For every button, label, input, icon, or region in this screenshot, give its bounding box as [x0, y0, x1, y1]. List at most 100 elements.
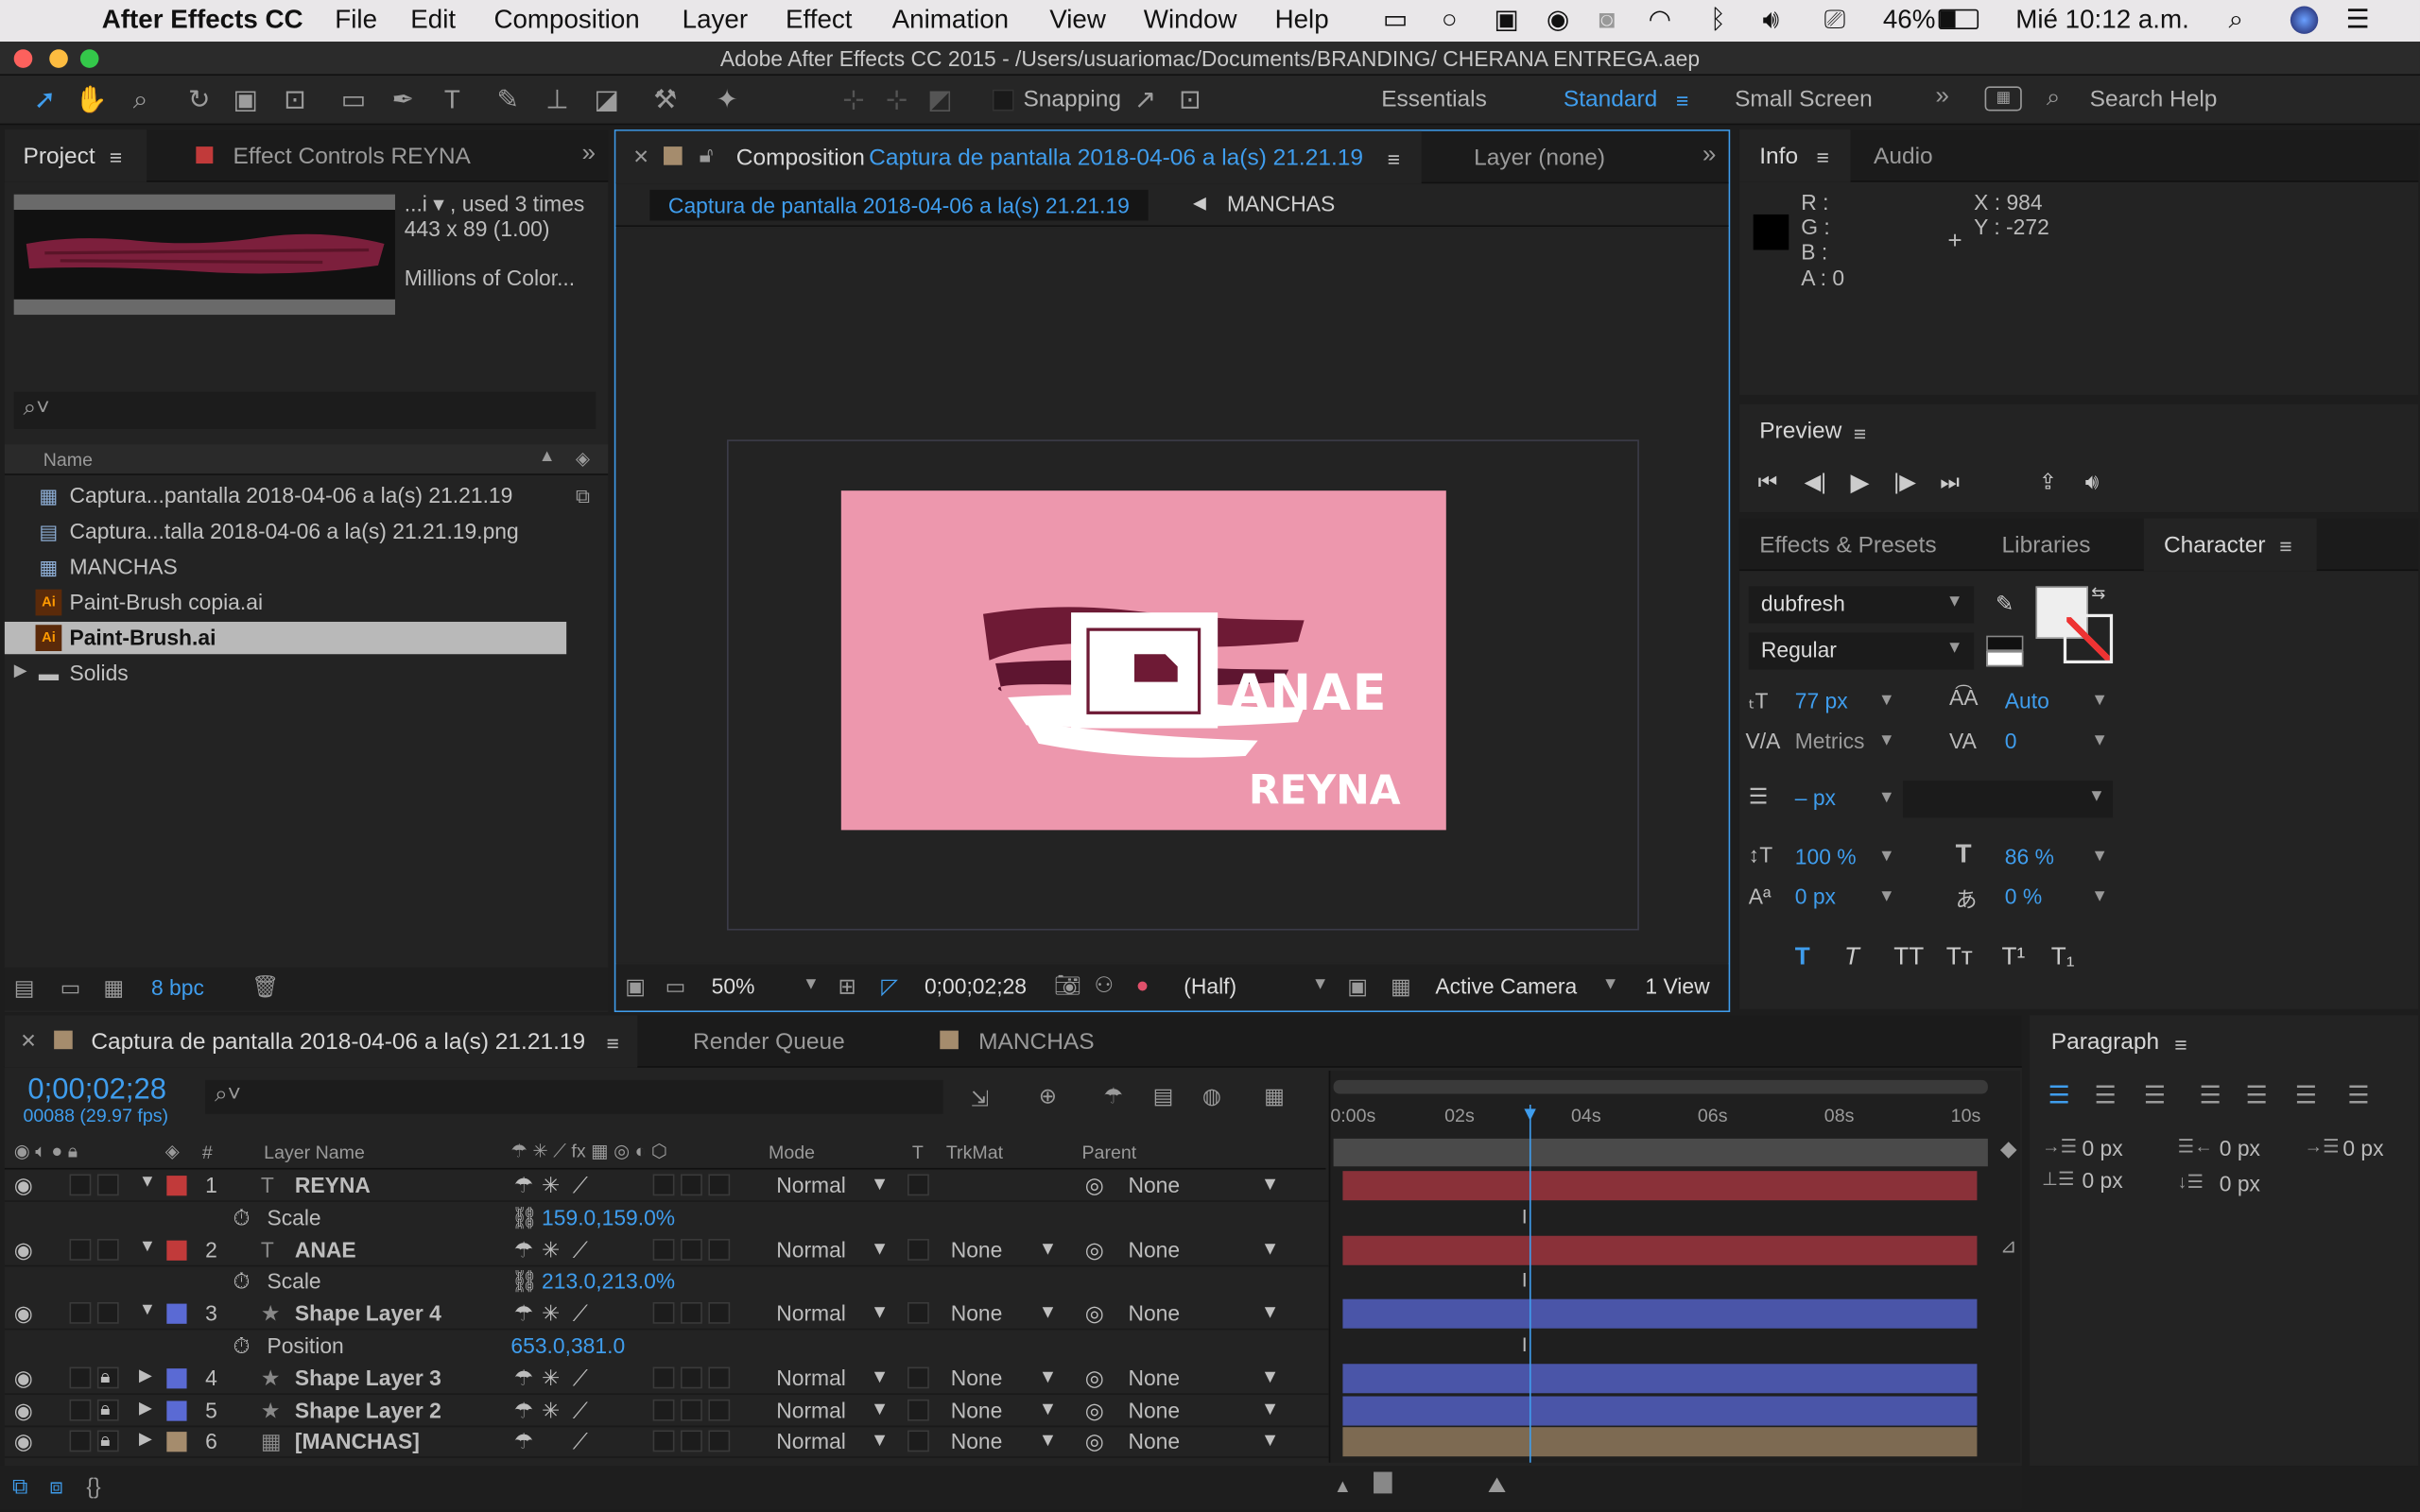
layer-parent[interactable]: None	[1128, 1301, 1180, 1326]
first-frame-icon[interactable]: ⏮	[1758, 469, 1778, 495]
label-color-swatch[interactable]	[166, 1400, 187, 1421]
rotate-tool-icon[interactable]: ↻	[182, 83, 216, 117]
chevron-down-icon[interactable]: ▼	[871, 1398, 889, 1419]
layer-row[interactable]: ◉ 🔒︎ ▶ 4 ★ Shape Layer 3 ☂ ✳ ⟋ Normal ▼ None ▼ ◎ None ▼	[4, 1362, 1329, 1395]
minimize-window-button[interactable]	[49, 49, 68, 68]
subscript-icon[interactable]: T₁	[2051, 944, 2075, 971]
shy-switch-icon[interactable]: ☂	[514, 1366, 534, 1392]
previous-frame-icon[interactable]: ◀|	[1805, 469, 1827, 495]
stroke-width-value[interactable]: – px	[1795, 785, 1836, 810]
pan-behind-tool-icon[interactable]: ⊡	[278, 83, 312, 117]
airplay-icon[interactable]: ⎚	[1824, 5, 1845, 36]
menu-edit[interactable]: Edit	[410, 5, 456, 36]
notification-center-icon[interactable]: ☰	[2346, 5, 2370, 36]
chevron-down-icon[interactable]: ▼	[871, 1173, 889, 1194]
zoom-tool-icon[interactable]: ⌕	[124, 83, 158, 117]
layer-duration-bar[interactable]	[1342, 1363, 1978, 1393]
app-menu[interactable]: After Effects CC	[102, 5, 303, 36]
layer-switch-box[interactable]	[680, 1366, 702, 1389]
chevron-down-icon[interactable]: ▼	[1039, 1237, 1057, 1259]
layer-mode[interactable]: Normal	[776, 1398, 846, 1422]
preserve-transparency-box[interactable]	[907, 1431, 929, 1452]
property-value[interactable]: 653.0,381.0	[510, 1333, 625, 1358]
selection-tool-icon[interactable]: ➚	[27, 83, 61, 117]
preserve-transparency-box[interactable]	[907, 1399, 929, 1421]
spotlight-search-icon[interactable]: ⌕	[2229, 5, 2244, 36]
headset-icon[interactable]: ◙	[1599, 5, 1615, 36]
composition-menu-icon[interactable]: ≡	[1388, 146, 1400, 171]
siri-icon[interactable]	[2290, 6, 2319, 34]
tracking-value[interactable]: 0	[2005, 729, 2017, 753]
circle-icon[interactable]: ○	[1442, 5, 1458, 36]
tab-render-queue[interactable]: Render Queue	[693, 1029, 845, 1056]
eraser-tool-icon[interactable]: ◪	[590, 83, 624, 117]
keyframe-marker-icon[interactable]: I	[1522, 1205, 1528, 1228]
frame-blending-icon[interactable]: ▤	[1153, 1083, 1174, 1109]
more-workspaces-icon[interactable]: »	[1935, 83, 1949, 111]
superscript-icon[interactable]: T¹	[2002, 944, 2026, 971]
backup-icon[interactable]: ◉	[1547, 5, 1569, 36]
loop-icon[interactable]: ⇪	[2039, 469, 2057, 495]
comp-marker-bin-icon[interactable]: ◆	[2000, 1136, 2017, 1162]
layer-mode[interactable]: Normal	[776, 1366, 846, 1390]
lock-icon[interactable]: 🔒︎	[100, 1429, 110, 1452]
shy-layers-icon[interactable]: ☂	[1103, 1083, 1123, 1109]
pen-tool-icon[interactable]: ✒	[386, 83, 420, 117]
tab-audio[interactable]: Audio	[1874, 144, 1933, 170]
layer-row[interactable]: ◉ 🔒︎ ▶ 5 ★ Shape Layer 2 ☂ ✳ ⟋ Normal ▼ None ▼ ◎ None ▼	[4, 1394, 1329, 1427]
motion-blur-icon[interactable]: ◍	[1202, 1083, 1221, 1109]
camera-tool-icon[interactable]: ▣	[229, 83, 263, 117]
last-frame-icon[interactable]: ⏭	[1940, 469, 1960, 495]
draft-3d-icon[interactable]: ⊕	[1039, 1083, 1057, 1109]
layer-row[interactable]: ◉ ▼ 2 T ANAE ☂ ✳ ⟋ Normal ▼ None ▼ ◎ None ▼	[4, 1233, 1329, 1266]
indent-right-value[interactable]: 0 px	[2220, 1136, 2260, 1160]
chevron-down-icon[interactable]: ▼	[1878, 887, 1895, 906]
breadcrumb-next-comp[interactable]: MANCHAS	[1227, 191, 1335, 215]
parent-pickwhip-icon[interactable]: ◎	[1085, 1366, 1104, 1392]
stopwatch-icon[interactable]: ⏱	[233, 1333, 251, 1360]
layer-parent[interactable]: None	[1128, 1366, 1180, 1390]
chevron-down-icon[interactable]: ▼	[1878, 847, 1895, 866]
layer-name[interactable]: [MANCHAS]	[295, 1429, 420, 1453]
horizontal-scale-value[interactable]: 86 %	[2005, 844, 2054, 868]
project-search-input[interactable]: ⌕˅	[13, 391, 596, 429]
audio-toggle[interactable]	[69, 1431, 92, 1452]
menu-effect[interactable]: Effect	[786, 5, 852, 36]
info-menu-icon[interactable]: ≡	[1817, 145, 1829, 169]
preserve-transparency-box[interactable]	[907, 1174, 929, 1196]
layer-switch-box[interactable]	[708, 1366, 731, 1389]
toggle-switches-icon[interactable]: ⧉	[12, 1473, 27, 1500]
new-folder-icon[interactable]: ▭	[60, 975, 81, 1002]
close-tab-icon[interactable]: ✕	[20, 1029, 37, 1054]
chevron-down-icon[interactable]: ▼	[2091, 887, 2108, 906]
play-icon[interactable]: ▶	[1851, 468, 1870, 499]
bluetooth-icon[interactable]: ᛒ	[1710, 5, 1726, 36]
kerning-value[interactable]: Metrics	[1795, 729, 1865, 753]
solo-toggle[interactable]	[96, 1238, 119, 1261]
project-bit-depth[interactable]: 8 bpc	[151, 975, 204, 1000]
project-item[interactable]: ▦ Captura...pantalla 2018-04-06 a la(s) 2…	[5, 480, 590, 512]
more-tabs-icon[interactable]: »	[1703, 142, 1717, 169]
space-before-value[interactable]: 0 px	[2082, 1168, 2122, 1193]
label-color-swatch[interactable]	[166, 1239, 187, 1261]
keyframe-marker-icon[interactable]: I	[1522, 1269, 1528, 1292]
layer-duration-bar[interactable]	[1342, 1395, 1978, 1425]
layer-switch-box[interactable]	[652, 1238, 675, 1261]
playhead-icon[interactable]: ▼	[1520, 1102, 1540, 1125]
project-menu-icon[interactable]: ≡	[110, 145, 122, 169]
zoom-out-icon[interactable]: ▲	[1334, 1475, 1352, 1497]
snap-target-icon[interactable]: ⊡	[1173, 83, 1207, 117]
paragraph-menu-icon[interactable]: ≡	[2174, 1032, 2187, 1057]
layer-name-header[interactable]: Layer Name	[264, 1142, 365, 1163]
justify-left-icon[interactable]: ☰	[2200, 1080, 2221, 1111]
zoom-slider-handle[interactable]	[1374, 1471, 1392, 1494]
work-area-range[interactable]	[1333, 1138, 1988, 1167]
wifi-icon[interactable]: ◠	[1649, 5, 1671, 36]
leading-value[interactable]: Auto	[2005, 688, 2049, 713]
parent-pickwhip-icon[interactable]: ◎	[1085, 1301, 1104, 1328]
timeline-current-time[interactable]: 0;00;02;28	[27, 1074, 166, 1108]
chevron-down-icon[interactable]: ▼	[1261, 1237, 1279, 1259]
quality-switch-icon[interactable]: ⟋	[573, 1398, 588, 1424]
align-left-icon[interactable]: ☰	[2048, 1080, 2070, 1111]
chevron-down-icon[interactable]: ▼	[1039, 1366, 1057, 1387]
